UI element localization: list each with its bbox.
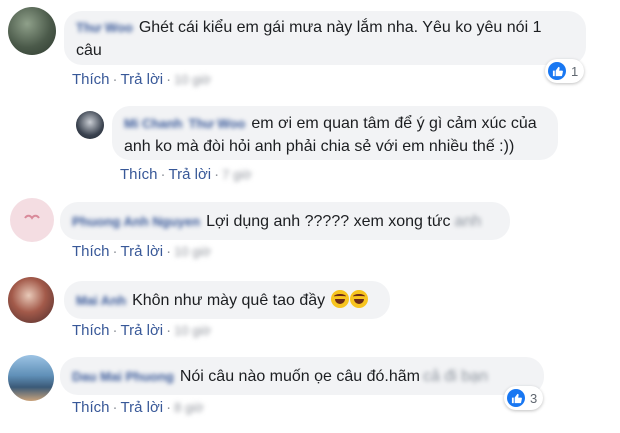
separator-dot: ·: [160, 166, 166, 183]
comment-text-line: Ghét cái kiểu em gái mưa này lắm nha. Yê…: [138, 19, 542, 36]
reply-link[interactable]: Trả lời: [169, 166, 212, 183]
comment-timestamp[interactable]: 10 giờ: [174, 244, 211, 259]
comment-actions: Thích · Trả lời · 10 giờ: [72, 71, 211, 88]
comment-text-line: Nói câu nào muốn ọe câu đó.hãm: [179, 368, 420, 385]
separator-dot: ·: [214, 166, 220, 183]
avatar[interactable]: [76, 111, 104, 139]
comment-text-hidden: cả đi bạn: [423, 368, 488, 385]
reaction-count: 1: [571, 63, 579, 79]
comment-text-line: em ơi em quan tâm để ý gì cảm xúc của: [251, 115, 537, 132]
like-link[interactable]: Thích: [120, 166, 158, 183]
comment-timestamp[interactable]: 8 giờ: [174, 400, 204, 415]
comment-actions: Thích · Trả lời · 10 giờ: [72, 243, 211, 260]
like-link[interactable]: Thích: [72, 71, 110, 88]
comment-text-line: Lợi dụng anh ????? xem xong tức: [206, 213, 451, 230]
avatar[interactable]: [10, 198, 54, 242]
like-link[interactable]: Thích: [72, 399, 110, 416]
comment-bubble: Thư Woo Ghét cái kiểu em gái mưa này lắm …: [64, 11, 586, 65]
reply-link[interactable]: Trả lời: [121, 322, 164, 339]
comment-timestamp[interactable]: 10 giờ: [174, 72, 211, 87]
avatar[interactable]: [8, 277, 54, 323]
comment-text: Dau Mai Phuong Nói câu nào muốn ọe câu đó…: [72, 365, 532, 388]
comment-text: Thư Woo Ghét cái kiểu em gái mưa này lắm …: [76, 16, 574, 39]
reply-link[interactable]: Trả lời: [121, 71, 164, 88]
like-link[interactable]: Thích: [72, 322, 110, 339]
comment-author[interactable]: Mai Anh: [76, 289, 126, 312]
reply-link[interactable]: Trả lời: [121, 243, 164, 260]
comment-text-line: anh ko mà đòi hỏi anh phải chia sẻ với e…: [124, 138, 515, 155]
reply-bubble: Mi Chanh Thư Woo em ơi em quan tâm để ý gì…: [112, 106, 558, 160]
comment-text: Mai Anh Khôn như mày quê tao đầy: [76, 289, 378, 312]
like-icon: [507, 389, 525, 407]
reply-link[interactable]: Trả lời: [121, 399, 164, 416]
comment-bubble: Mai Anh Khôn như mày quê tao đầy: [64, 281, 390, 319]
comment-bubble: Phuong Anh Nguyen Lợi dụng anh ????? xem …: [60, 202, 510, 240]
comment-actions: Thích · Trả lời · 8 giờ: [72, 399, 204, 416]
comment-timestamp[interactable]: 7 giờ: [222, 167, 252, 182]
separator-dot: ·: [112, 322, 118, 339]
comment-author[interactable]: Dau Mai Phuong: [72, 365, 174, 388]
reaction-count: 3: [530, 390, 538, 406]
separator-dot: ·: [166, 322, 172, 339]
comment-author[interactable]: Phuong Anh Nguyen: [72, 210, 200, 233]
like-link[interactable]: Thích: [72, 243, 110, 260]
reaction-count-badge[interactable]: 3: [504, 386, 544, 410]
comment-bubble: Dau Mai Phuong Nói câu nào muốn ọe câu đó…: [60, 357, 544, 395]
comment-text: Mi Chanh Thư Woo em ơi em quan tâm để ý gì…: [124, 112, 546, 135]
separator-dot: ·: [112, 243, 118, 260]
avatar[interactable]: [8, 7, 56, 55]
separator-dot: ·: [166, 399, 172, 416]
separator-dot: ·: [166, 71, 172, 88]
separator-dot: ·: [112, 71, 118, 88]
tagged-user[interactable]: Thư Woo: [189, 112, 246, 135]
avatar[interactable]: [8, 355, 54, 401]
comment-text-line: Khôn như mày quê tao đầy: [132, 292, 326, 309]
comment-text-hidden: anh: [454, 213, 482, 230]
comment-actions: Thích · Trả lời · 7 giờ: [120, 166, 252, 183]
comment-timestamp[interactable]: 10 giờ: [174, 323, 211, 338]
comment-text: Phuong Anh Nguyen Lợi dụng anh ????? xem …: [72, 210, 498, 233]
comment-text-line: câu: [76, 42, 102, 59]
like-icon: [548, 62, 566, 80]
comment-actions: Thích · Trả lời · 10 giờ: [72, 322, 211, 339]
reaction-count-badge[interactable]: 1: [545, 59, 585, 83]
rofl-emoji-icon: [349, 290, 368, 308]
default-avatar-icon: [24, 214, 40, 220]
comment-author[interactable]: Thư Woo: [76, 16, 133, 39]
comment-author[interactable]: Mi Chanh: [124, 112, 183, 135]
separator-dot: ·: [112, 399, 118, 416]
rofl-emoji-icon: [330, 290, 349, 308]
separator-dot: ·: [166, 243, 172, 260]
